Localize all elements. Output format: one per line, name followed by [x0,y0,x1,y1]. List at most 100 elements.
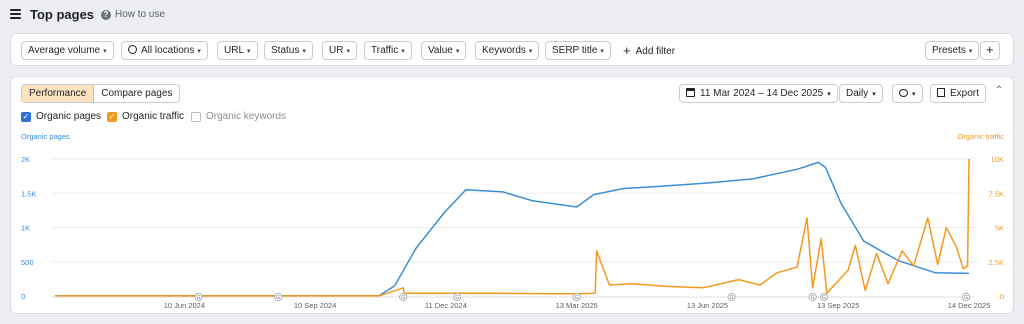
export-label: Export [950,88,979,99]
page-title: Top pages [30,7,95,22]
locations-filter[interactable]: All locations ▾ [121,41,208,60]
traffic-filter[interactable]: Traffic ▾ [364,41,412,60]
performance-card: Performance Compare pages 11 Mar 2024 – … [10,76,1014,314]
download-icon [937,88,945,97]
legend-organic-traffic[interactable]: ✓ Organic traffic [107,111,184,122]
google-update-label: G [822,295,826,301]
how-to-use-link[interactable]: ? How to use [101,9,165,20]
top-bar: Top pages ? How to use [0,0,1024,30]
chevron-down-icon: ▾ [346,48,350,55]
ur-filter[interactable]: UR ▾ [322,41,357,60]
google-update-label: G [197,295,201,301]
right-tick-label: 5K [995,224,1004,233]
url-label: URL [224,45,245,56]
tab-performance[interactable]: Performance [22,85,95,102]
calendar-icon [686,88,695,97]
add-filter-button[interactable]: + Add filter [623,41,675,61]
google-update-label: G [575,295,579,301]
right-tick-label: 2.5K [989,258,1004,267]
serp-title-filter[interactable]: SERP title ▾ [545,41,611,60]
chevron-down-icon: ▾ [600,48,604,55]
presets-dropdown[interactable]: Presets ▾ [925,41,980,60]
google-update-label: G [730,295,734,301]
traffic-chart[interactable]: Organic pages Organic traffic 0 500 1K 1.5K 2K… [11,127,1013,313]
presets-label: Presets [932,45,966,56]
chevron-down-icon: ▾ [401,48,405,55]
legend-organic-pages[interactable]: ✓ Organic pages [21,111,101,122]
x-tick-label: 10 Jun 2024 [164,301,205,310]
google-update-label: G [401,295,405,301]
ur-label: UR [329,45,344,56]
traffic-label: Traffic [371,45,399,56]
left-axis-title: Organic pages [21,132,70,141]
left-tick-label: 2K [21,155,30,164]
value-filter[interactable]: Value ▾ [421,41,467,60]
serp-title-label: SERP title [552,45,598,56]
checkbox-empty-icon [191,111,201,122]
x-tick-label: 13 Sep 2025 [817,301,860,310]
help-icon: ? [101,9,111,20]
granularity-label: Daily [846,88,869,99]
date-range-label: 11 Mar 2024 – 14 Dec 2025 [700,88,824,99]
x-tick-label: 14 Dec 2025 [948,301,991,310]
plus-icon: + [623,43,631,58]
google-update-label: G [964,295,968,301]
url-filter[interactable]: URL ▾ [217,41,258,60]
x-tick-label: 13 Jun 2025 [687,301,728,310]
chevron-down-icon: ▾ [302,48,306,55]
tab-compare-pages[interactable]: Compare pages [94,85,179,102]
average-volume-label: Average volume [28,45,101,56]
status-filter[interactable]: Status ▾ [264,41,313,60]
annotations-dropdown[interactable]: ▾ [892,84,923,103]
organic-pages-label: Organic pages [36,111,102,122]
google-update-label: G [811,295,815,301]
organic-keywords-label: Organic keywords [206,111,287,122]
chevron-down-icon: ▾ [912,91,916,98]
chevron-down-icon: ▾ [872,91,876,98]
value-label: Value [428,45,453,56]
x-tick-label: 11 Dec 2024 [425,301,467,310]
chevron-down-icon: ▾ [827,91,831,98]
organic-pages-line [55,161,970,297]
left-tick-label: 1K [21,224,30,233]
add-preset-button[interactable]: + [980,41,1000,60]
x-tick-label: 10 Sep 2024 [294,301,337,310]
left-tick-label: 500 [21,258,34,267]
chevron-down-icon: ▾ [455,48,460,55]
date-range-picker[interactable]: 11 Mar 2024 – 14 Dec 2025 ▾ [679,84,838,103]
google-update-label: G [276,295,280,301]
google-update-label: G [455,295,459,301]
keywords-label: Keywords [482,45,526,56]
view-tabs: Performance Compare pages [21,84,181,103]
keywords-filter[interactable]: Keywords ▾ [475,41,540,60]
right-tick-label: 10K [991,155,1004,164]
plus-icon: + [986,42,994,57]
checkbox-checked-icon: ✓ [107,111,117,122]
how-to-use-label: How to use [115,9,166,20]
chevron-down-icon: ▾ [968,48,973,55]
locations-label: All locations [141,45,195,56]
left-tick-label: 1.5K [21,189,36,198]
globe-icon [128,45,137,54]
export-button[interactable]: Export [930,84,986,103]
add-filter-label: Add filter [635,46,676,57]
filter-bar: Average volume ▾ All locations ▾ URL ▾ Stat… [10,33,1014,66]
organic-traffic-label: Organic traffic [122,111,185,122]
legend-organic-keywords[interactable]: Organic keywords [191,111,286,122]
right-tick-label: 7.5K [989,189,1004,198]
collapse-icon[interactable]: ⌃ [995,85,1003,96]
granularity-dropdown[interactable]: Daily ▾ [839,84,883,103]
left-tick-label: 0 [21,292,25,301]
status-label: Status [271,45,300,56]
menu-icon[interactable] [10,9,21,19]
right-axis-title: Organic traffic [957,132,1004,141]
chevron-down-icon: ▾ [247,48,251,55]
comment-icon [899,89,908,97]
checkbox-checked-icon: ✓ [21,111,31,122]
x-tick-label: 13 Mar 2025 [556,301,598,310]
chevron-down-icon: ▾ [197,48,201,55]
average-volume-filter[interactable]: Average volume ▾ [21,41,114,60]
right-tick-label: 0 [1000,292,1004,301]
chevron-down-icon: ▾ [528,48,533,55]
chevron-down-icon: ▾ [103,48,107,55]
